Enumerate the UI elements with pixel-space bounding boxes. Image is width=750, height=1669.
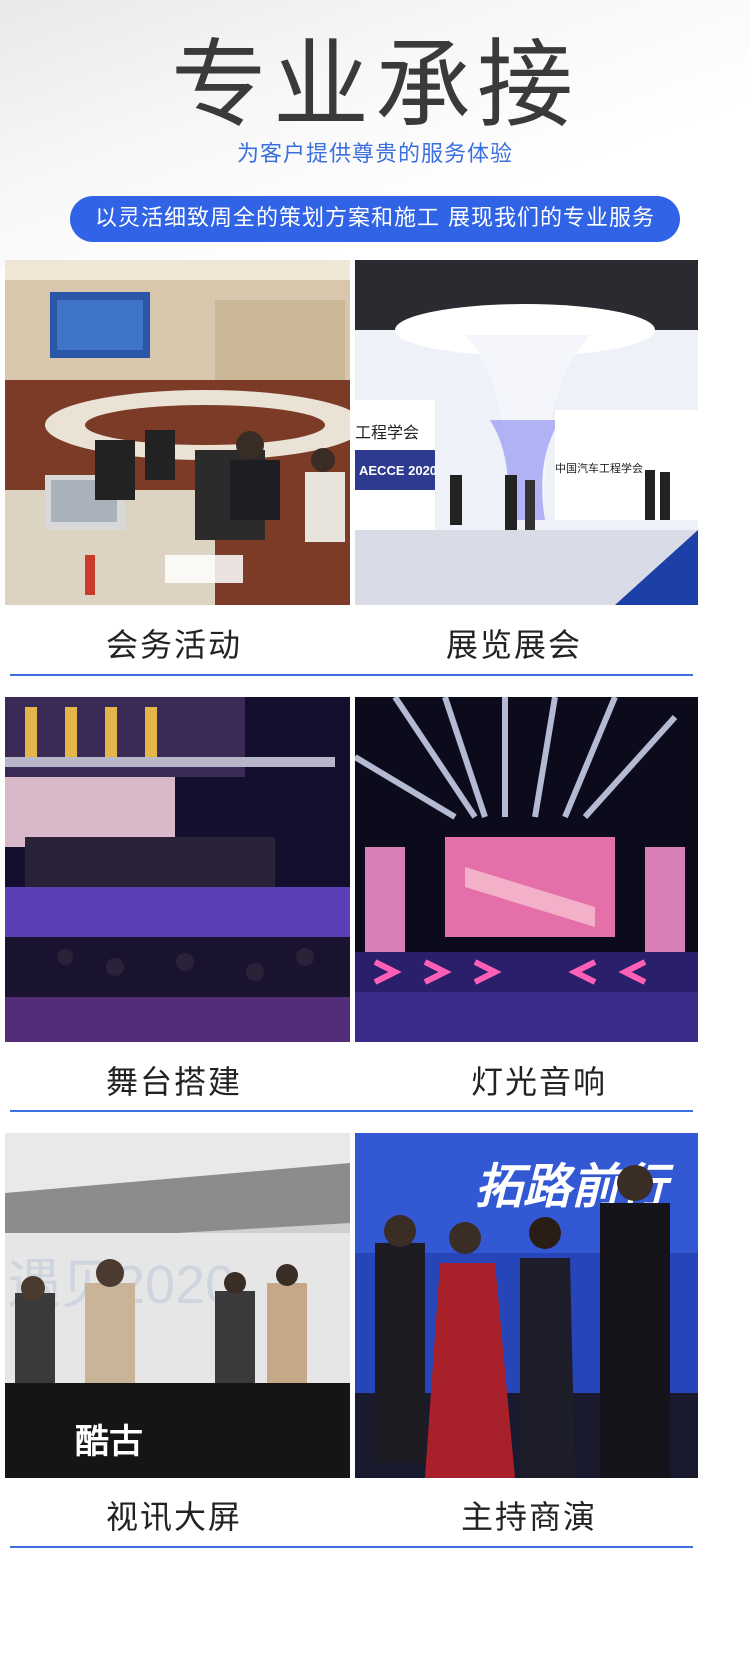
divider	[10, 674, 693, 676]
page-title: 专业承接	[171, 29, 579, 141]
service-label-conference: 会务活动	[105, 626, 242, 664]
service-label-host: 主持商演	[460, 1498, 597, 1536]
photo-stage	[5, 697, 350, 1042]
service-label-exhibition: 展览展会	[445, 626, 582, 664]
photo-led-screen: 遇见2020 酷古	[5, 1133, 350, 1478]
exhibition-banner-text: AECCE 2020	[359, 463, 437, 478]
screen-brand-text: 酷古	[75, 1423, 143, 1461]
exhibition-sign-text: 工程学会	[355, 424, 419, 442]
photo-lighting	[355, 697, 698, 1042]
photo-exhibition: AECCE 2020 工程学会 中国汽车工程学会	[355, 260, 698, 605]
tagline-banner: 以灵活细致周全的策划方案和施工 展现我们的专业服务	[70, 196, 680, 242]
service-label-led-screen: 视讯大屏	[105, 1498, 242, 1536]
service-label-stage: 舞台搭建	[105, 1063, 242, 1101]
exhibition-sign2-text: 中国汽车工程学会	[555, 461, 643, 475]
divider	[10, 1546, 693, 1548]
divider	[10, 1110, 693, 1112]
photo-conference	[5, 260, 350, 605]
page-subtitle: 为客户提供尊贵的服务体验	[236, 142, 513, 167]
service-label-lighting: 灯光音响	[470, 1063, 607, 1101]
photo-host: 拓路前行	[355, 1133, 698, 1478]
